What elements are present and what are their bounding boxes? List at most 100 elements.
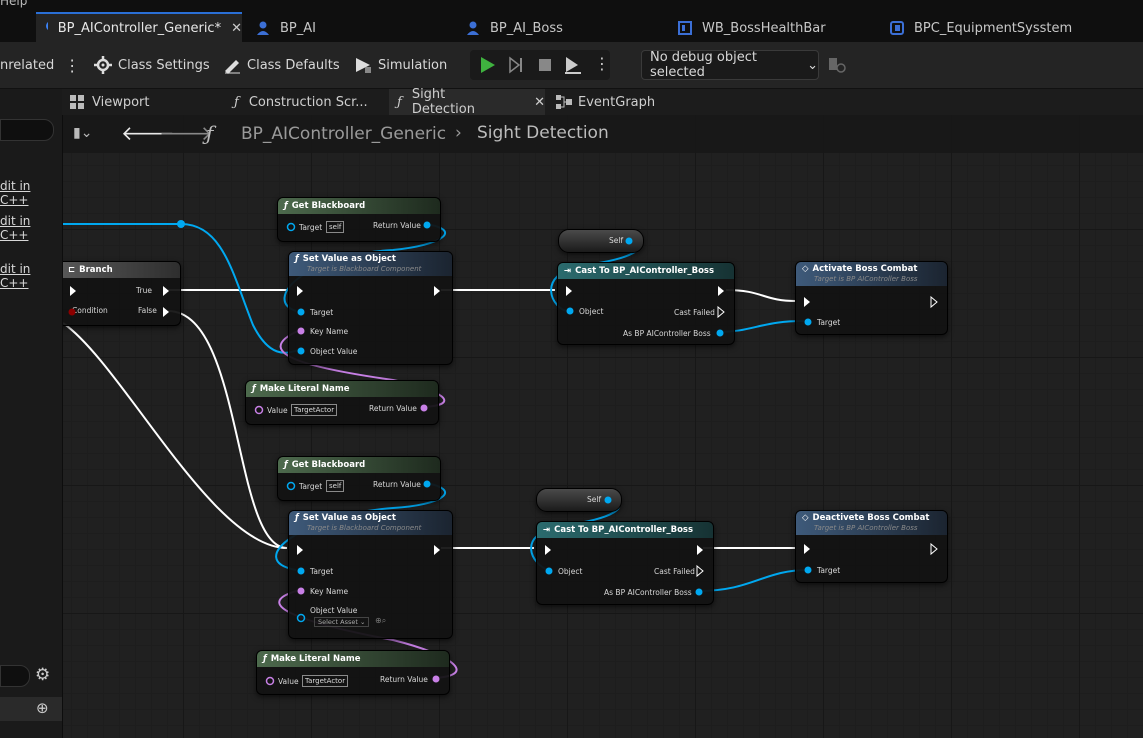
pin-label: Target [310,567,334,576]
settings-gear-icon[interactable]: ⚙ [35,665,50,685]
pin-label: As BP AIController Boss [604,588,692,597]
reroute-node[interactable] [175,218,187,230]
pins [254,404,428,415]
branch-node[interactable]: ⊏ Branch True Condition False [63,261,181,326]
get-blackboard-node[interactable]: ƒ Get Blackboard Target self Return Value [277,456,441,501]
component-blueprint-icon [890,21,904,35]
class-settings-label: Class Settings [118,57,210,73]
forward-arrow-icon[interactable]: 🡒 [159,121,213,145]
pin-label: Return Value [369,404,417,413]
document-tab-bar: Help BP_AIController_Generic* ✕ BP_AI BP… [0,0,1143,42]
debug-object-dropdown[interactable]: No debug object selected ⌄ [641,50,819,80]
tab-wb-bosshealthbar[interactable]: WB_BossHealthBar [678,14,826,42]
details-search-input[interactable] [0,665,30,687]
breadcrumb-blueprint[interactable]: BP_AIController_Generic [241,124,446,144]
select-asset-dropdown[interactable]: Select Asset ⌄ [314,617,370,627]
widget-blueprint-icon [678,21,692,35]
literal-name-input[interactable]: TargetActor [302,675,349,687]
tab-label: WB_BossHealthBar [702,20,826,36]
close-tab-icon[interactable]: ✕ [534,95,545,110]
simulation-button[interactable]: Simulation [354,54,447,76]
blueprint-toolbar: nrelated ⋮ Class Settings Class Defaults … [0,42,1143,89]
tab-viewport[interactable]: Viewport [70,89,150,115]
target-self-box[interactable]: self [326,221,345,233]
chevron-down-icon: ⌄ [807,57,818,73]
set-value-as-object-node[interactable]: ƒ Set Value as Object Target is Blackboar… [288,251,453,365]
pins [625,237,633,245]
unrelated-button[interactable]: nrelated ⋮ [0,54,80,76]
add-row [0,697,62,721]
pin-label: Target [299,223,323,232]
graph-breadcrumb-bar: ▮⌄ 🡐 🡒 ƒ BP_AIController_Generic › Sight… [63,115,1143,153]
pin-label: Target [310,308,334,317]
pin-label: Object [579,307,604,316]
tab-bp-aicontroller-generic[interactable]: BP_AIController_Generic* ✕ [36,12,242,42]
simulation-icon [356,58,371,73]
play-icon[interactable] [478,56,496,74]
pin-label: Cast Failed [654,567,695,576]
pin-label: Key Name [310,327,349,336]
pin-label: Return Value [380,675,428,684]
tab-bpc-equipmentsysstem[interactable]: BPC_EquipmentSysstem [890,14,1072,42]
tab-label: EventGraph [578,94,656,110]
activate-boss-combat-node[interactable]: ◇ Activate Boss Combat Target is BP AICon… [795,261,948,335]
play-controls: ⋮ [470,50,610,80]
edit-in-cpp-link[interactable]: dit in C++ [0,214,62,242]
tab-bp-ai-boss[interactable]: BP_AI_Boss [466,14,563,42]
exec-wire [63,322,288,549]
breadcrumb-separator-icon: › [455,123,462,143]
add-icon[interactable]: ⊕ [36,699,49,717]
browse-asset-icon[interactable]: ⊕⌕ [375,616,386,626]
set-value-as-object-node[interactable]: ƒ Set Value as Object Target is Blackboar… [288,510,453,639]
pin-label: Value [267,406,288,415]
search-input[interactable] [0,119,54,141]
self-reference-node[interactable]: Self [536,488,622,512]
debug-filter-icon[interactable] [828,56,846,74]
deactivate-boss-combat-node[interactable]: ◇ Deactivete Boss Combat Target is BP AIC… [795,510,948,583]
make-literal-name-node[interactable]: ƒ Make Literal Name Value TargetActor Ret… [256,650,450,695]
unrelated-label: nrelated [0,57,55,73]
pin-label: Object Value [310,347,358,356]
stop-icon[interactable] [536,56,554,74]
class-defaults-button[interactable]: Class Defaults [223,54,340,76]
cast-to-bp-aicontroller-boss-node[interactable]: ⇥ Cast To BP_AIController_Boss Object Cas… [536,521,714,605]
tab-sight-detection[interactable]: ƒ Sight Detection ✕ [389,87,545,117]
make-literal-name-node[interactable]: ƒ Make Literal Name Value TargetActor Ret… [245,380,439,425]
graph-tab-bar: Viewport ƒ Construction Scr... ƒ Sight D… [62,87,1143,117]
pin-label: Target [817,566,841,575]
exec-wire [725,289,797,302]
tab-construction-script[interactable]: ƒ Construction Scr... [234,89,368,115]
blueprint-graph-canvas[interactable]: ⊏ Branch True Condition False ƒ Get Blackb… [63,115,1143,738]
pin-label: Target [299,482,323,491]
get-blackboard-node[interactable]: ƒ Get Blackboard Target self Return Value [277,197,441,242]
pin-label: Value [278,677,299,686]
function-icon: ƒ [397,94,402,110]
play-options-icon[interactable]: ⋮ [594,54,610,73]
tab-bp-ai[interactable]: BP_AI [256,14,316,42]
literal-name-input[interactable]: TargetActor [291,404,338,416]
character-blueprint-icon [257,21,269,35]
edit-in-cpp-link[interactable]: dit in C++ [0,179,62,207]
pin-label: Return Value [373,221,421,230]
class-settings-button[interactable]: Class Settings [94,54,210,76]
step-icon[interactable] [507,56,525,74]
bookmark-icon[interactable]: ▮⌄ [73,125,92,141]
kebab-menu-icon[interactable]: ⋮ [64,56,80,75]
left-panel: dit in C++ dit in C++ dit in C++ ⚙ ⊕ [0,89,63,738]
debug-object-label: No debug object selected [650,50,757,80]
close-tab-icon[interactable]: ✕ [231,21,242,36]
tab-label: Viewport [92,94,150,110]
target-self-box[interactable]: self [326,480,345,492]
tab-label: Construction Scr... [248,94,368,110]
class-defaults-label: Class Defaults [247,57,340,73]
select-asset-label: Select Asset [318,618,358,626]
self-reference-node[interactable]: Self [558,229,644,253]
cast-to-bp-aicontroller-boss-node[interactable]: ⇥ Cast To BP_AIController_Boss Object Cas… [557,262,735,345]
eject-icon[interactable] [563,55,583,75]
edit-in-cpp-link[interactable]: dit in C++ [0,262,62,290]
tab-label: BP_AIController_Generic* [57,20,222,36]
tab-eventgraph[interactable]: EventGraph [556,89,655,115]
menu-help[interactable]: Help [0,0,27,8]
pin-label: As BP AIController Boss [623,329,711,338]
pin-label: Return Value [373,480,421,489]
